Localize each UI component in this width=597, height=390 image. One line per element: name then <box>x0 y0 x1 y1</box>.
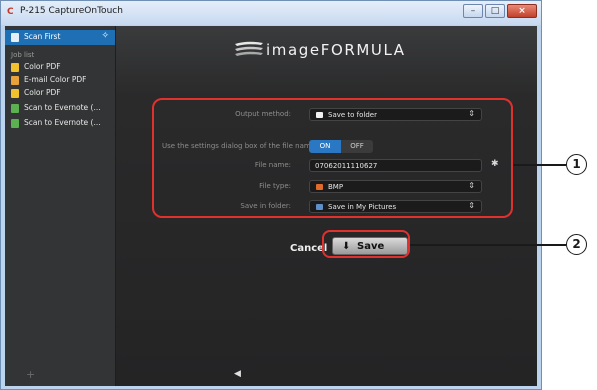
scan-icon <box>11 33 19 42</box>
title-bar: C P-215 CaptureOnTouch – □ × <box>1 1 541 25</box>
job-label: Color PDF <box>24 88 61 97</box>
sidebar: Scan First ✧ Job list Color PDF E-mail C… <box>5 26 116 386</box>
window-controls: – □ × <box>463 4 537 18</box>
job-item-color-pdf[interactable]: Color PDF <box>5 61 115 74</box>
job-list-heading: Job list <box>11 51 35 59</box>
job-item-email-color-pdf[interactable]: E-mail Color PDF <box>5 74 115 87</box>
job-item-scan-to-evernote-2[interactable]: Scan to Evernote (... <box>5 117 115 130</box>
job-item-scan-to-evernote[interactable]: Scan to Evernote (... <box>5 102 115 115</box>
job-label: E-mail Color PDF <box>24 75 87 84</box>
job-label: Scan to Evernote (... <box>24 118 101 127</box>
evernote-icon <box>11 104 19 113</box>
logo-text: imageFORMULA <box>266 41 406 59</box>
callout-leader-2 <box>410 244 566 246</box>
pdf-icon <box>11 89 19 98</box>
callout-box-2 <box>322 230 410 258</box>
evernote-icon <box>11 119 19 128</box>
imageformula-logo-icon <box>235 41 263 56</box>
email-pdf-icon <box>11 76 19 85</box>
scan-settings-icon[interactable]: ✧ <box>101 31 109 41</box>
callout-number-2: 2 <box>566 234 587 255</box>
job-item-color-pdf-2[interactable]: Color PDF <box>5 87 115 100</box>
back-arrow-icon[interactable]: ◀ <box>234 369 241 379</box>
pdf-icon <box>11 63 19 72</box>
callout-number-1: 1 <box>566 154 587 175</box>
scan-first-item[interactable]: Scan First ✧ <box>5 30 115 45</box>
close-button[interactable]: × <box>507 4 537 18</box>
app-icon: C <box>7 7 14 17</box>
job-label: Color PDF <box>24 62 61 71</box>
maximize-button[interactable]: □ <box>485 4 505 18</box>
callout-box-1 <box>152 98 513 218</box>
scan-first-label: Scan First <box>24 32 61 41</box>
callout-leader-1 <box>513 164 566 166</box>
minimize-button[interactable]: – <box>463 4 483 18</box>
add-job-button[interactable]: + <box>26 368 35 381</box>
window-title: P-215 CaptureOnTouch <box>20 6 123 16</box>
job-label: Scan to Evernote (... <box>24 103 101 112</box>
